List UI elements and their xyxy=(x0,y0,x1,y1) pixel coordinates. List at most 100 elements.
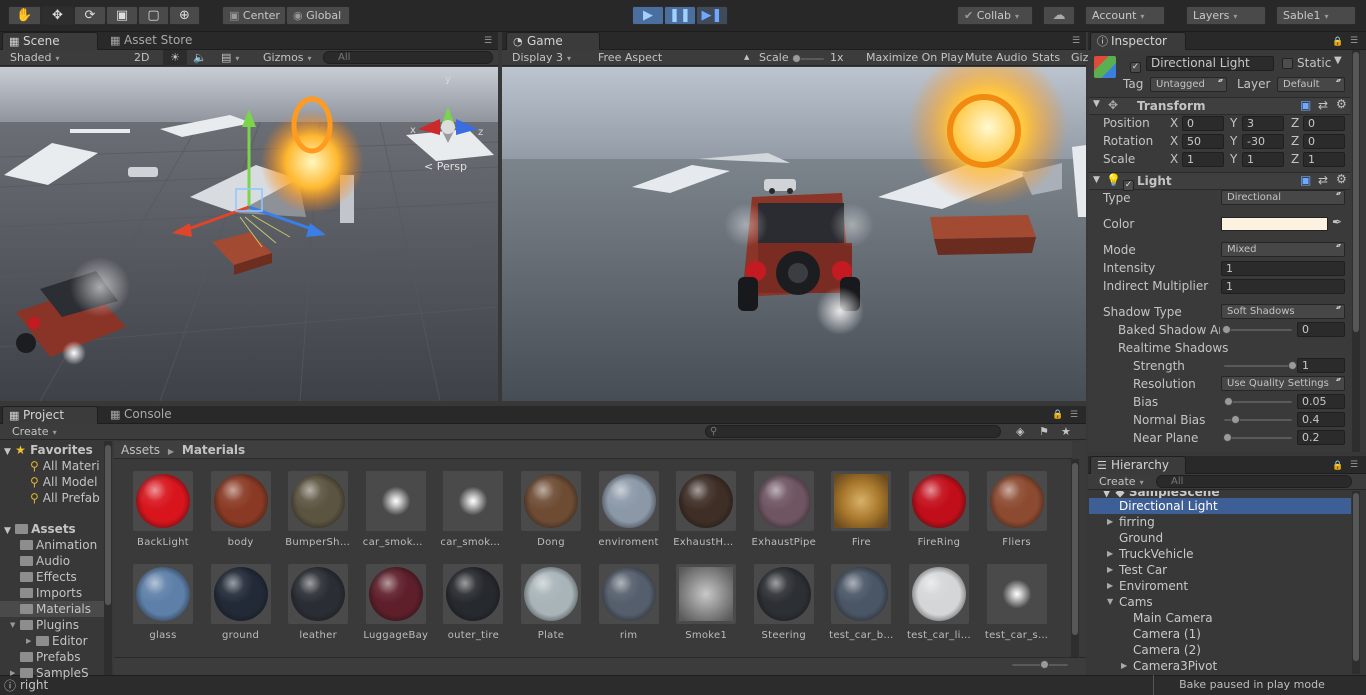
pivot-center-toggle[interactable]: ▣ Center xyxy=(222,6,286,25)
folder-item[interactable]: Imports xyxy=(0,585,104,601)
light-preset-icon[interactable]: ⇄ xyxy=(1318,173,1328,187)
material-item[interactable]: test_car_b… xyxy=(829,564,893,641)
cloud-button[interactable]: ☁ xyxy=(1043,6,1075,25)
hierarchy-item[interactable]: Camera (2) xyxy=(1089,642,1351,658)
scene-audio-toggle[interactable]: 🔈 xyxy=(193,50,207,66)
scene-lighting-toggle[interactable]: ☀ xyxy=(163,50,187,66)
material-item[interactable]: leather xyxy=(288,564,349,641)
hierarchy-lock-icon[interactable]: 🔒 xyxy=(1332,461,1343,471)
shading-mode-dropdown[interactable]: Shaded xyxy=(10,50,59,66)
material-item[interactable]: car_smoke… xyxy=(363,471,429,548)
light-enabled-checkbox[interactable]: ✓ xyxy=(1123,175,1134,191)
scale-z-field[interactable]: 1 xyxy=(1303,152,1345,167)
tag-dropdown[interactable]: Untagged xyxy=(1150,77,1227,92)
favorite-item[interactable]: ⚲ All Prefab xyxy=(30,490,100,506)
material-item[interactable]: test_car_li… xyxy=(907,564,971,641)
hierarchy-item[interactable]: Camera (1) xyxy=(1089,626,1351,642)
hierarchy-item[interactable]: ▶ Camera3Pivot xyxy=(1089,658,1351,674)
indirect-multiplier-field[interactable]: 1 xyxy=(1221,279,1345,294)
transform-tool-button[interactable]: ⊕ xyxy=(169,6,200,25)
material-item[interactable]: FireRing xyxy=(909,471,969,548)
step-button[interactable]: ▶❚ xyxy=(696,6,728,25)
hierarchy-item[interactable]: ▶ Test Car xyxy=(1089,562,1351,578)
assets-row[interactable]: ▼ Assets xyxy=(4,521,76,537)
scale-tool-button[interactable]: ▣ xyxy=(106,6,138,25)
material-item[interactable]: Fliers xyxy=(986,471,1047,548)
scene-effects-dropdown[interactable]: ▤ xyxy=(221,50,239,66)
foldout-closed-icon[interactable]: ▶ xyxy=(1107,578,1113,594)
material-item[interactable]: ExhaustPipe xyxy=(752,471,816,548)
rotate-tool-button[interactable]: ⟳ xyxy=(74,6,106,25)
hierarchy-item[interactable]: Ground xyxy=(1089,530,1351,546)
rotation-y-field[interactable]: -30 xyxy=(1242,134,1284,149)
folder-item[interactable]: Prefabs xyxy=(0,649,104,665)
material-item[interactable]: ground xyxy=(210,564,271,641)
light-help-icon[interactable]: ▣ xyxy=(1300,173,1311,187)
filter-by-label-icon[interactable]: ⚑ xyxy=(1039,424,1049,440)
light-color-swatch[interactable] xyxy=(1221,217,1328,231)
hierarchy-scrollbar[interactable] xyxy=(1352,491,1360,674)
folder-item[interactable]: Effects xyxy=(0,569,104,585)
breadcrumb-materials[interactable]: Materials xyxy=(182,443,245,457)
hand-tool-button[interactable]: ✋ xyxy=(8,6,41,25)
tab-project[interactable]: ▦ Project xyxy=(2,406,98,424)
static-checkbox[interactable] xyxy=(1282,57,1293,70)
baked-shadow-field[interactable]: 0 xyxy=(1297,322,1345,337)
foldout-closed-icon[interactable]: ▶ xyxy=(1107,562,1113,578)
folder-item[interactable]: Materials xyxy=(0,601,104,617)
hierarchy-item[interactable]: ▶ TruckVehicle xyxy=(1089,546,1351,562)
favorite-item[interactable]: ⚲ All Materi xyxy=(30,458,100,474)
material-item[interactable]: ExhaustHo… xyxy=(673,471,739,548)
material-item[interactable]: rim xyxy=(598,564,659,641)
position-x-field[interactable]: 0 xyxy=(1182,116,1224,131)
foldout-open-icon[interactable]: ▼ xyxy=(1107,594,1113,610)
baked-shadow-slider-knob[interactable] xyxy=(1222,325,1231,334)
scale-slider-knob[interactable] xyxy=(792,54,801,63)
hierarchy-search-input[interactable]: All xyxy=(1156,475,1352,488)
near-plane-slider-track[interactable] xyxy=(1224,437,1292,439)
folder-item[interactable]: Animation xyxy=(0,537,104,553)
folder-item[interactable]: ▼ Plugins xyxy=(0,617,104,633)
project-search-input[interactable]: ⚲ xyxy=(705,425,1001,438)
bias-slider-knob[interactable] xyxy=(1223,397,1233,406)
game-panel-menu-icon[interactable]: ☰ xyxy=(1072,36,1080,46)
tab-console[interactable]: ▦ Console xyxy=(104,406,180,424)
aspect-dropdown[interactable]: Free Aspect xyxy=(598,50,752,66)
account-dropdown[interactable]: Account xyxy=(1085,6,1165,25)
material-item[interactable]: car_smoke… xyxy=(440,471,506,548)
tab-inspector[interactable]: ⓘ Inspector xyxy=(1090,32,1186,50)
favorites-row[interactable]: ▼ ★ Favorites xyxy=(4,442,93,458)
resolution-dropdown[interactable]: Use Quality Settings xyxy=(1221,376,1345,391)
hierarchy-panel-menu-icon[interactable]: ☰ xyxy=(1350,460,1358,470)
tab-game[interactable]: ◔ Game xyxy=(506,32,600,50)
normal-bias-slider-knob[interactable] xyxy=(1230,415,1240,424)
inspector-lock-icon[interactable]: 🔒 xyxy=(1332,37,1343,47)
thumbnail-size-slider-knob[interactable] xyxy=(1040,660,1049,669)
position-y-field[interactable]: 3 xyxy=(1242,116,1284,131)
baked-shadow-slider-track[interactable] xyxy=(1224,329,1292,331)
layers-dropdown[interactable]: Layers xyxy=(1186,6,1266,25)
normal-bias-field[interactable]: 0.4 xyxy=(1297,412,1345,427)
shadow-type-dropdown[interactable]: Soft Shadows xyxy=(1221,304,1345,319)
project-lock-icon[interactable]: 🔒 xyxy=(1052,410,1063,420)
material-item[interactable]: glass xyxy=(133,564,193,641)
light-type-dropdown[interactable]: Directional xyxy=(1221,190,1345,205)
hierarchy-item[interactable]: ▶ Enviroment xyxy=(1089,578,1351,594)
hierarchy-create-dropdown[interactable]: Create xyxy=(1099,474,1144,490)
object-name-field[interactable]: Directional Light xyxy=(1146,56,1274,71)
folder-item[interactable]: Audio xyxy=(0,553,104,569)
rotation-x-field[interactable]: 50 xyxy=(1182,134,1224,149)
material-item[interactable]: Steering xyxy=(753,564,814,641)
transform-settings-icon[interactable]: ⚙ xyxy=(1336,97,1347,111)
transform-help-icon[interactable]: ▣ xyxy=(1300,98,1311,112)
strength-field[interactable]: 1 xyxy=(1297,358,1345,373)
material-item[interactable]: body xyxy=(210,471,271,548)
tab-scene[interactable]: ▦ Scene xyxy=(2,32,98,50)
eyedropper-icon[interactable]: ✒ xyxy=(1332,215,1342,229)
inspector-panel-menu-icon[interactable]: ☰ xyxy=(1350,36,1358,46)
rotation-z-field[interactable]: 0 xyxy=(1303,134,1345,149)
material-item[interactable]: test_car_s… xyxy=(985,564,1048,641)
collab-dropdown[interactable]: ✔ Collab xyxy=(957,6,1033,25)
foldout-closed-icon[interactable]: ▶ xyxy=(1121,658,1127,674)
project-tree-scrollbar[interactable] xyxy=(104,441,112,675)
